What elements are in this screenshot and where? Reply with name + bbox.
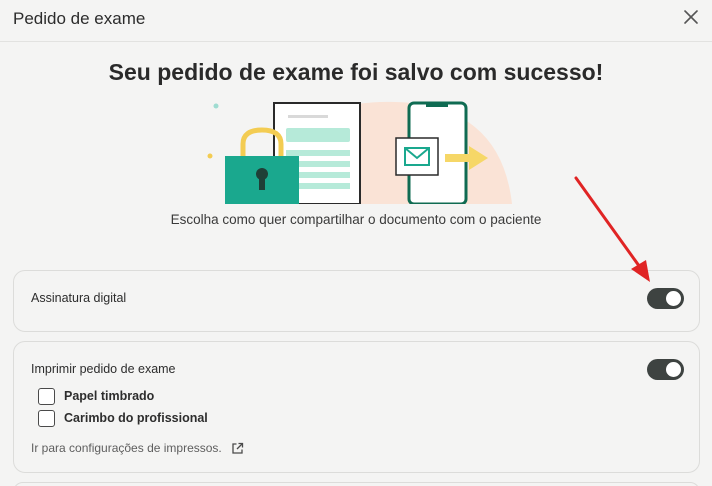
success-title: Seu pedido de exame foi salvo com sucess… xyxy=(108,59,604,85)
close-icon xyxy=(684,10,698,24)
letterhead-label: Papel timbrado xyxy=(64,389,155,403)
print-exam-toggle[interactable] xyxy=(647,359,684,380)
print-settings-link[interactable]: Ir para configurações de impressos. xyxy=(31,441,244,455)
professional-stamp-label: Carimbo do profissional xyxy=(64,411,208,425)
letterhead-checkbox[interactable] xyxy=(38,387,55,405)
digital-signature-card: Assinatura digital xyxy=(13,270,700,332)
letterhead-option[interactable]: Papel timbrado xyxy=(38,387,154,405)
close-button[interactable] xyxy=(682,8,700,26)
digital-signature-toggle[interactable] xyxy=(647,288,684,309)
professional-stamp-checkbox[interactable] xyxy=(38,409,55,427)
print-exam-label: Imprimir pedido de exame xyxy=(31,362,176,376)
digital-signature-label: Assinatura digital xyxy=(31,291,127,305)
print-exam-card: Imprimir pedido de exame Papel timbrado … xyxy=(13,341,700,473)
next-option-card xyxy=(13,482,700,486)
share-illustration xyxy=(207,101,512,204)
dialog-title: Pedido de exame xyxy=(13,9,146,28)
share-instructions: Escolha como quer compartilhar o documen… xyxy=(170,212,542,227)
external-link-icon xyxy=(232,442,243,454)
print-settings-link-label: Ir para configurações de impressos. xyxy=(31,441,222,455)
toggle-knob xyxy=(666,362,681,377)
dialog-header: Pedido de exame xyxy=(0,0,712,42)
professional-stamp-option[interactable]: Carimbo do profissional xyxy=(38,409,208,427)
toggle-knob xyxy=(666,291,681,306)
